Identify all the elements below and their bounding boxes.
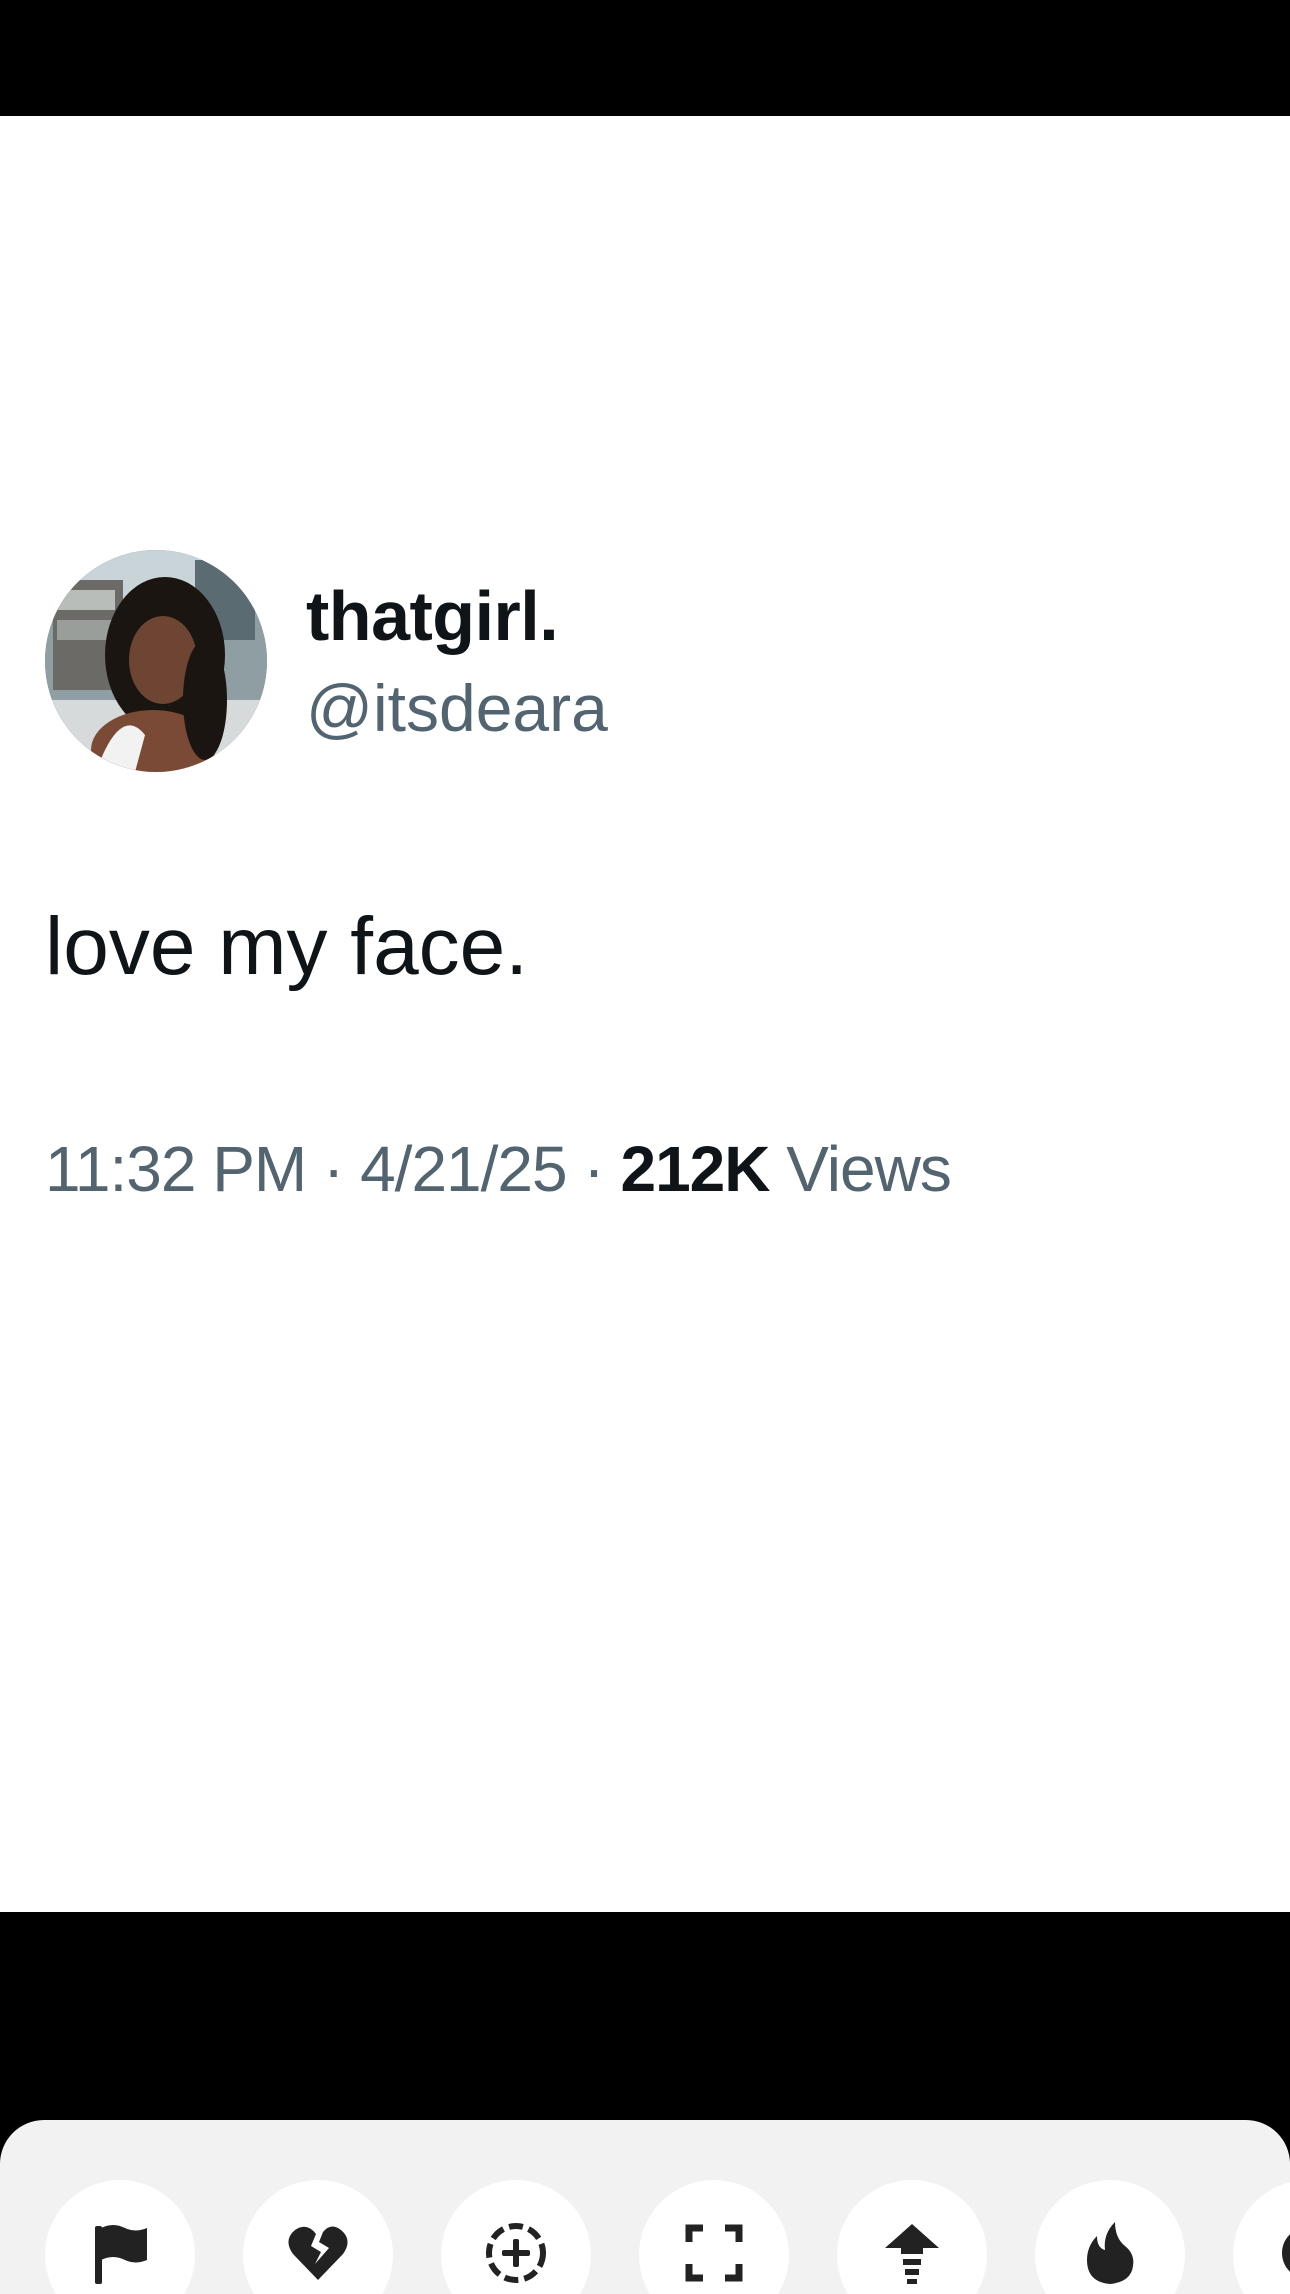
- views-label: Views: [786, 1133, 952, 1205]
- tweet-time: 11:32 PM: [45, 1133, 307, 1205]
- tweet-card: [0, 116, 1290, 1912]
- action-sheet: [0, 2120, 1290, 2294]
- user-handle[interactable]: @itsdeara: [306, 670, 608, 746]
- fullscreen-button[interactable]: [639, 2180, 789, 2294]
- add-circle-icon: [486, 2223, 546, 2283]
- more-action-icon: [1282, 2234, 1290, 2272]
- meta-separator: ·: [583, 1133, 604, 1205]
- tweet-date: 4/21/25: [360, 1133, 568, 1205]
- meta-separator: ·: [322, 1133, 344, 1205]
- display-name[interactable]: thatgirl.: [306, 576, 559, 656]
- report-button[interactable]: [45, 2180, 195, 2294]
- tweet-meta: 11:32 PM · 4/21/25 · 212K Views: [45, 1132, 952, 1206]
- fullscreen-icon: [685, 2224, 743, 2282]
- fire-button[interactable]: [1035, 2180, 1185, 2294]
- fire-icon: [1087, 2222, 1134, 2284]
- views-count: 212K: [620, 1133, 770, 1205]
- share-up-button[interactable]: [837, 2180, 987, 2294]
- flag-icon: [95, 2225, 147, 2284]
- avatar-photo: [45, 550, 267, 772]
- bottom-black-area: [0, 1912, 1290, 2120]
- add-button[interactable]: [441, 2180, 591, 2294]
- avatar[interactable]: [45, 550, 267, 772]
- broken-heart-icon: [288, 2226, 348, 2280]
- not-interested-button[interactable]: [243, 2180, 393, 2294]
- more-action-button[interactable]: [1233, 2180, 1290, 2294]
- upload-arrow-icon: [885, 2224, 939, 2284]
- top-black-bar: [0, 0, 1290, 116]
- tweet-text: love my face.: [45, 901, 529, 992]
